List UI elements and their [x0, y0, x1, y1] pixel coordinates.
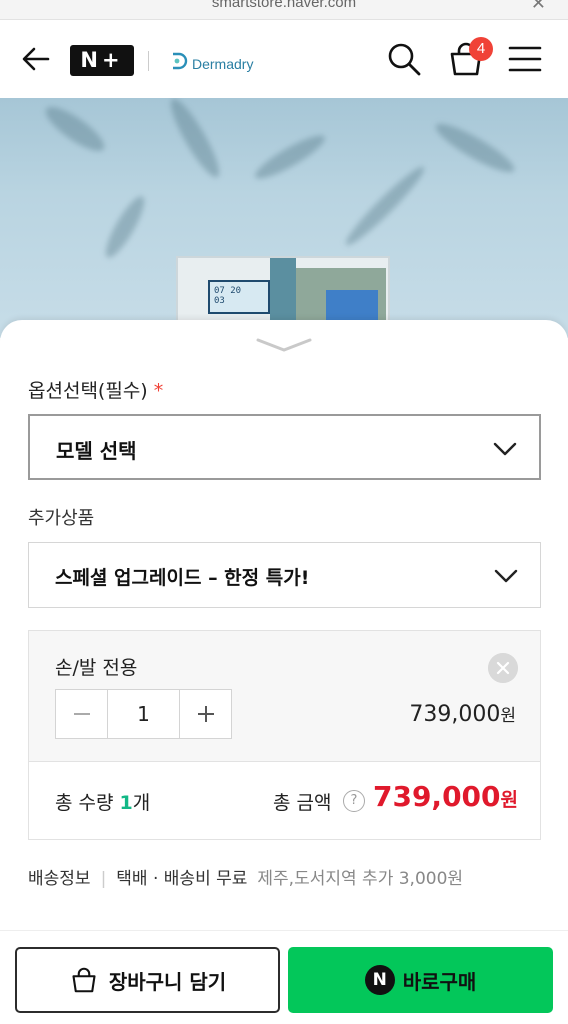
addon-select-value: 스페셜 업그레이드 – 한정 특가!	[55, 567, 310, 589]
device-screen-text: 07 20 03	[214, 286, 242, 306]
total-amount-value: 739,000	[372, 780, 501, 813]
help-icon[interactable]: ?	[343, 790, 365, 812]
shipping-label: 배송정보	[28, 869, 91, 889]
shipping-extra-fee: 제주,도서지역 추가 3,000원	[257, 869, 464, 889]
chevron-down-icon	[493, 442, 517, 456]
selected-option-card: 손/발 전용 1 739,000원 총 수량 1개 총 금액 ? 739,000…	[28, 630, 541, 840]
total-amount-currency: 원	[500, 789, 518, 811]
shipping-info: 배송정보 | 택배 · 배송비 무료 제주,도서지역 추가 3,000원	[28, 864, 463, 889]
model-select-value: 모델 선택	[56, 439, 137, 463]
product-hero-image: 07 20 03	[0, 98, 568, 338]
back-arrow-icon[interactable]	[20, 43, 52, 75]
chevron-down-icon[interactable]	[254, 336, 314, 354]
required-option-label: 옵션선택(필수) *	[28, 376, 163, 403]
dermadry-mark-icon	[173, 52, 188, 70]
total-amount: 739,000원	[373, 780, 518, 813]
brand-name: Dermadry	[192, 56, 254, 72]
device-screen: 07 20 03	[208, 280, 270, 314]
cart-count-badge: 4	[469, 37, 493, 61]
brand-logo[interactable]: Dermadry	[168, 47, 253, 75]
header-separator	[148, 51, 149, 71]
minus-icon	[73, 713, 90, 715]
total-amount-label: 총 금액	[273, 792, 332, 814]
model-select[interactable]: 모델 선택	[28, 414, 541, 480]
menu-icon[interactable]	[508, 43, 542, 75]
leaf-shadow	[99, 192, 151, 262]
selected-option-name: 손/발 전용	[55, 657, 138, 679]
total-quantity: 총 수량 1개	[55, 788, 150, 815]
store-header: N+ Dermadry 4	[0, 21, 568, 98]
increase-quantity-button[interactable]	[180, 690, 231, 738]
chevron-down-icon	[494, 569, 518, 583]
required-mark: *	[153, 380, 164, 402]
bottom-action-bar: 장바구니 담기 N 바로구매	[0, 930, 568, 1024]
option-bottom-sheet: 옵션선택(필수) * 모델 선택 추가상품 스페셜 업그레이드 – 한정 특가! …	[0, 320, 568, 944]
buy-now-button[interactable]: N 바로구매	[288, 947, 553, 1013]
option-price-currency: 원	[500, 706, 516, 726]
leaf-shadow	[250, 129, 330, 185]
search-icon[interactable]	[386, 41, 422, 77]
add-to-cart-label: 장바구니 담기	[108, 969, 227, 994]
option-price-value: 739,000	[409, 702, 501, 727]
leaf-shadow	[40, 99, 110, 159]
plus-icon	[197, 706, 214, 722]
cart-icon	[72, 967, 96, 993]
remove-option-icon[interactable]	[488, 653, 518, 683]
option-price: 739,000원	[409, 701, 516, 727]
total-quantity-value: 1	[119, 792, 133, 814]
leaf-shadow	[163, 98, 227, 182]
required-option-text: 옵션선택(필수)	[28, 380, 148, 402]
total-quantity-label: 총 수량	[55, 792, 114, 814]
leaf-shadow	[340, 161, 430, 251]
shipping-separator: |	[100, 869, 107, 889]
buy-now-label: 바로구매	[402, 969, 477, 994]
leaf-shadow	[431, 116, 519, 180]
add-to-cart-button[interactable]: 장바구니 담기	[15, 947, 280, 1013]
decrease-quantity-button[interactable]	[56, 690, 107, 738]
addon-select[interactable]: 스페셜 업그레이드 – 한정 특가!	[28, 542, 541, 608]
addon-label: 추가상품	[28, 508, 95, 529]
url-text: smartstore.naver.com	[211, 0, 357, 11]
quantity-value[interactable]: 1	[107, 690, 180, 738]
total-quantity-unit: 개	[132, 792, 151, 814]
browser-url-bar[interactable]: smartstore.naver.com ✕	[0, 0, 568, 20]
quantity-stepper: 1	[55, 689, 232, 739]
totals-row: 총 수량 1개 총 금액 ? 739,000원	[29, 762, 540, 839]
shipping-method: 택배 · 배송비 무료	[116, 869, 248, 889]
naver-pay-icon: N	[364, 965, 395, 995]
naver-plus-logo[interactable]: N+	[70, 45, 134, 76]
close-icon[interactable]: ✕	[531, 0, 546, 14]
